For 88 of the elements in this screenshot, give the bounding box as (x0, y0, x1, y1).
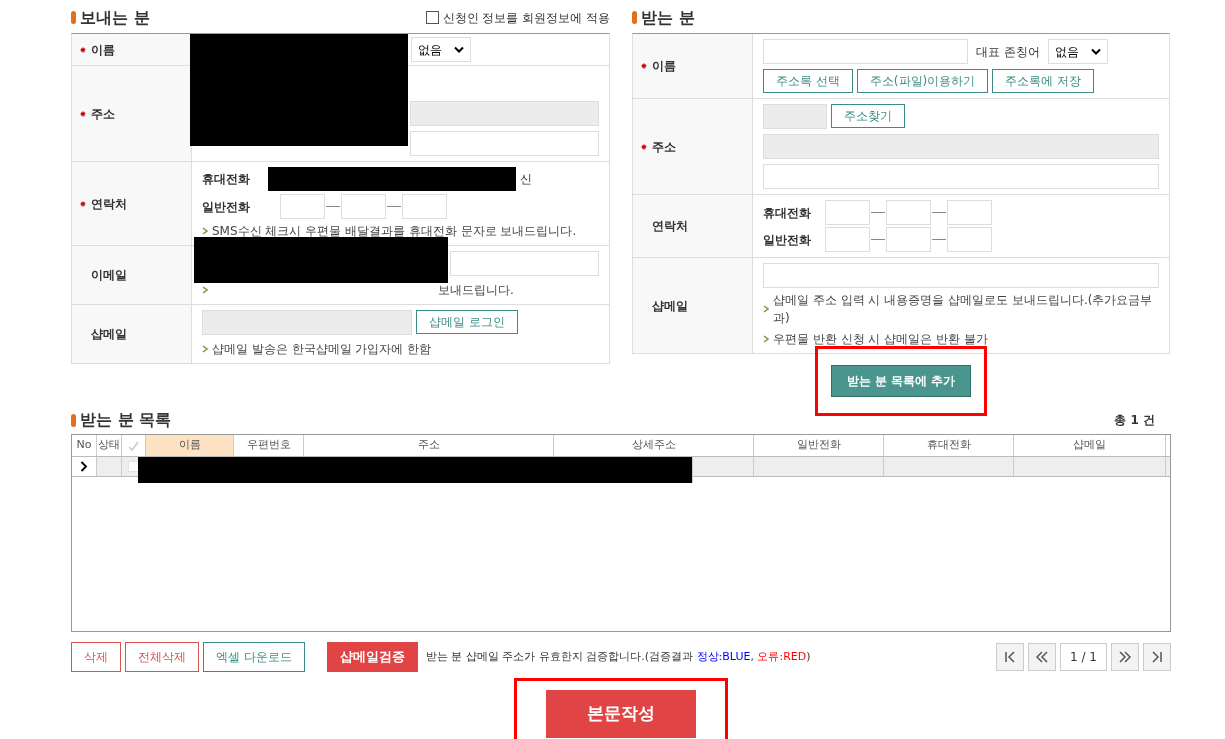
hint-text: 샵메일 발송은 한국샵메일 가입자에 한함 (212, 341, 432, 358)
postcode-input[interactable] (763, 104, 827, 129)
bullet-icon (202, 227, 208, 235)
next-page-button[interactable] (1111, 643, 1139, 671)
field-label: 이름 (91, 41, 115, 59)
name-input[interactable] (763, 39, 968, 64)
row-checkbox[interactable] (128, 461, 139, 472)
phone-label: 휴대전화 (763, 204, 812, 222)
double-chevron-left-icon (1036, 651, 1049, 663)
action-button[interactable]: 샵메일검증 (326, 642, 418, 672)
previous-page-button[interactable] (1028, 643, 1057, 671)
column-header[interactable]: 주소 (304, 435, 554, 456)
phone-label: 휴대전화 (202, 171, 251, 188)
column-header[interactable]: 우편번호 (234, 435, 304, 456)
address-input[interactable] (763, 134, 1159, 159)
action-button[interactable]: 삭제 (71, 642, 121, 672)
bullet-icon (202, 286, 208, 294)
total-count: 총 1 건 (1114, 412, 1155, 429)
honorific-select[interactable]: 없음 (411, 37, 471, 62)
bullet-icon (202, 345, 208, 353)
phone-input[interactable] (825, 227, 870, 252)
field-label: 주소 (652, 138, 676, 156)
shopmail-login-button[interactable]: 샵메일 로그인 (416, 310, 518, 334)
shopmail-input[interactable] (202, 310, 412, 335)
field-label: 연락처 (91, 195, 127, 213)
address-book-button[interactable]: 주소록 선택 (763, 69, 853, 93)
phone-input[interactable] (886, 227, 931, 252)
double-chevron-right-icon (1119, 651, 1131, 663)
section-marker-icon (632, 11, 637, 24)
sms-label: 신 (520, 171, 532, 188)
phone-label: 일반전화 (202, 198, 251, 216)
field-label: 샵메일 (91, 326, 127, 343)
section-title: 보내는 분 (80, 6, 150, 29)
first-page-icon (1004, 651, 1017, 663)
mobile-input[interactable] (825, 200, 870, 225)
bullet-icon (763, 335, 769, 343)
field-label: 주소 (91, 105, 115, 123)
field-label: 연락처 (652, 218, 688, 235)
field-label: 샵메일 (652, 297, 688, 315)
check-icon (128, 440, 139, 451)
add-recipient-button[interactable]: 받는 분 목록에 추가 (830, 365, 972, 397)
column-header[interactable]: 휴대전화 (884, 435, 1014, 456)
section-marker-icon (71, 11, 76, 24)
field-label: 이메일 (91, 267, 127, 284)
shopmail-input[interactable] (763, 263, 1159, 288)
address-search-button[interactable]: 주소찾기 (831, 104, 905, 128)
address-book-button[interactable]: 주소록에 저장 (992, 69, 1095, 93)
phone-label: 일반전화 (763, 231, 812, 249)
phone-input[interactable] (402, 194, 447, 219)
honorific-label: 대표 존칭어 (976, 43, 1040, 61)
field-label: 이름 (652, 58, 676, 75)
address-detail-input[interactable] (410, 131, 599, 156)
honorific-select[interactable]: 없음 (1047, 39, 1108, 64)
chevron-down-icon (454, 46, 464, 53)
email-input[interactable] (450, 251, 599, 276)
section-title: 받는 분 (641, 6, 695, 29)
phone-input[interactable] (280, 194, 325, 219)
address-detail-input[interactable] (763, 164, 1159, 189)
last-page-icon (1151, 651, 1163, 663)
phone-input[interactable] (947, 227, 992, 252)
section-marker-icon (71, 413, 76, 427)
column-header[interactable]: 이름 (146, 435, 234, 456)
hint-text: SMS수신 체크시 우편물 배달결과를 휴대전화 문자로 보내드립니다. (212, 223, 577, 240)
hint-text: 우편물 반환 신청 시 샵메일은 반환 불가 (773, 331, 988, 348)
address-input[interactable] (410, 101, 599, 126)
checkbox-label: 신청인 정보를 회원정보에 적용 (442, 9, 610, 27)
column-header[interactable]: 샵메일 (1014, 435, 1166, 456)
column-header[interactable]: 상세주소 (554, 435, 754, 456)
hint-text: 보내드립니다. (438, 282, 514, 299)
action-button[interactable]: 전체삭제 (125, 642, 199, 672)
page-indicator: 1 / 1 (1060, 643, 1107, 671)
column-header[interactable]: No (72, 435, 97, 456)
validation-note: 받는 분 샵메일 주소가 유효한지 검증합니다.(검증결과 정상:BLUE, 오류:RED) (425, 648, 811, 665)
phone-input[interactable] (341, 194, 386, 219)
apply-member-checkbox[interactable] (425, 11, 439, 24)
last-page-button[interactable] (1143, 643, 1171, 671)
chevron-down-icon (1090, 48, 1101, 55)
mobile-input[interactable] (947, 200, 992, 225)
section-title: 받는 분 목록 (80, 409, 172, 431)
address-book-button[interactable]: 주소(파일)이용하기 (856, 69, 989, 93)
action-button[interactable]: 엑셀 다운로드 (203, 642, 305, 672)
first-page-button[interactable] (996, 643, 1025, 671)
hint-text: 샵메일 주소 입력 시 내용증명을 샵메일로도 보내드립니다.(추가요금부과) (773, 292, 1154, 327)
bullet-icon (763, 305, 769, 313)
column-header[interactable]: 상태 (97, 435, 122, 456)
mobile-input[interactable] (886, 200, 931, 225)
column-header[interactable]: 일반전화 (754, 435, 884, 456)
compose-body-button[interactable]: 본문작성 (546, 690, 696, 738)
